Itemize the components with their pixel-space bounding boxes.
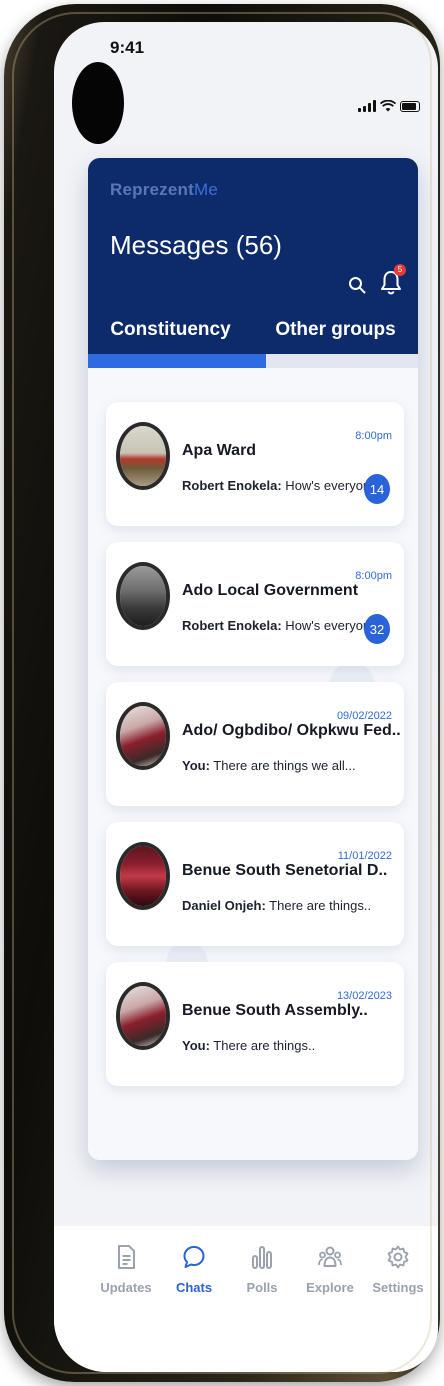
unread-badge: 14 <box>364 474 390 504</box>
tab-indicator-track <box>88 354 418 368</box>
chat-preview: Daniel Onjeh: There are things.. <box>182 898 371 913</box>
chat-sender: Robert Enokela: <box>182 618 282 633</box>
chat-preview: Robert Enokela: How's everyone... <box>182 618 388 633</box>
chat-item[interactable]: Apa Ward 8:00pm Robert Enokela: How's ev… <box>106 402 404 526</box>
nav-settings[interactable]: Settings <box>366 1244 430 1372</box>
brand-name-part1: Reprezent <box>110 180 194 199</box>
nav-label: Updates <box>100 1280 152 1295</box>
chat-item[interactable]: Ado/ Ogbdibo/ Okpkwu Fed.. 09/02/2022 Yo… <box>106 682 404 806</box>
nav-label: Chats <box>175 1280 213 1295</box>
chat-sender: Daniel Onjeh: <box>182 898 266 913</box>
avatar <box>116 982 170 1050</box>
chat-message: There are things we all... <box>209 758 356 773</box>
chat-time: 09/02/2022 <box>336 710 392 722</box>
tab-other-groups[interactable]: Other groups <box>253 306 418 354</box>
camera-cutout <box>72 62 124 144</box>
chat-sender: Robert Enokela: <box>182 478 282 493</box>
chat-preview: Robert Enokela: How's everyone... <box>182 478 388 493</box>
nav-chats[interactable]: Chats <box>162 1244 226 1372</box>
chat-sender: You: <box>182 1038 210 1053</box>
avatar <box>116 702 170 770</box>
battery-icon <box>400 101 420 112</box>
chat-message: How's everyone... <box>281 478 389 493</box>
bar-chart-icon <box>252 1246 272 1269</box>
chat-bubble-icon <box>183 1246 205 1268</box>
nav-label: Settings <box>372 1280 424 1295</box>
avatar <box>116 562 170 630</box>
nav-polls[interactable]: Polls <box>230 1244 294 1372</box>
chat-time: 13/02/2023 <box>336 990 392 1002</box>
notifications-button[interactable]: 5 <box>380 264 406 296</box>
document-icon <box>118 1245 135 1269</box>
unread-badge: 32 <box>364 614 390 644</box>
forest-photo <box>120 566 166 626</box>
bottles-photo <box>120 846 166 906</box>
tab-bar: Constituency Other groups <box>88 306 418 354</box>
chat-name: Ado Local Government <box>182 582 359 599</box>
chat-preview: You: There are things.. <box>182 1038 315 1053</box>
chat-preview: You: There are things we all... <box>182 758 356 773</box>
nav-explore[interactable]: Explore <box>298 1244 362 1372</box>
chat-message: There are things.. <box>209 1038 316 1053</box>
chat-time: 8:00pm <box>355 570 392 582</box>
messages-panel: ReprezentMe Messages (56) 5 Constituency… <box>88 158 418 1160</box>
chat-message: How's everyone... <box>281 618 389 633</box>
bell-icon <box>381 271 401 295</box>
status-time: 9:41 <box>110 38 145 57</box>
nav-label: Polls <box>246 1280 278 1295</box>
brand-name-part2: Me <box>194 180 219 199</box>
phone-screen: 9:41 ReprezentMe Messages (56) 5 Constit… <box>54 22 438 1372</box>
search-icon[interactable] <box>348 276 366 294</box>
avatar <box>116 422 170 490</box>
status-icons <box>358 100 420 112</box>
chat-list: Apa Ward 8:00pm Robert Enokela: How's ev… <box>88 368 418 1160</box>
people-icon <box>318 1246 342 1267</box>
avatar <box>116 842 170 910</box>
chat-time: 8:00pm <box>355 430 392 442</box>
chat-time: 11/01/2022 <box>337 850 392 862</box>
classroom-photo <box>120 426 166 486</box>
chat-message: There are things.. <box>265 898 372 913</box>
chat-sender: You: <box>182 758 210 773</box>
nav-label: Explore <box>306 1280 354 1295</box>
gear-icon <box>387 1245 409 1269</box>
app-header: ReprezentMe Messages (56) 5 Constituency… <box>88 158 418 368</box>
phone-frame: 9:41 ReprezentMe Messages (56) 5 Constit… <box>4 4 440 1382</box>
wine-photo <box>120 986 166 1046</box>
chat-name: Ado/ Ogbdibo/ Okpkwu Fed.. <box>182 722 401 739</box>
signal-icon <box>358 100 376 112</box>
chat-name: Benue South Assembly.. <box>182 1002 368 1019</box>
wifi-icon <box>380 100 396 112</box>
page-title: Messages (56) <box>110 230 282 260</box>
chat-item[interactable]: Benue South Senetorial D.. 11/01/2022 Da… <box>106 822 404 946</box>
chat-name: Benue South Senetorial D.. <box>182 862 388 879</box>
bottom-nav: Updates Chats Polls Explore Settings <box>54 1226 438 1372</box>
brand-logo: ReprezentMe <box>110 180 218 200</box>
nav-updates[interactable]: Updates <box>94 1244 158 1372</box>
tab-active-indicator <box>88 354 267 368</box>
tab-constituency[interactable]: Constituency <box>88 306 253 354</box>
chat-item[interactable]: Benue South Assembly.. 13/02/2023 You: T… <box>106 962 404 1086</box>
wine-photo <box>120 706 166 766</box>
chat-name: Apa Ward <box>182 442 257 459</box>
chat-item[interactable]: Ado Local Government 8:00pm Robert Enoke… <box>106 542 404 666</box>
notification-count-badge: 5 <box>394 264 406 276</box>
